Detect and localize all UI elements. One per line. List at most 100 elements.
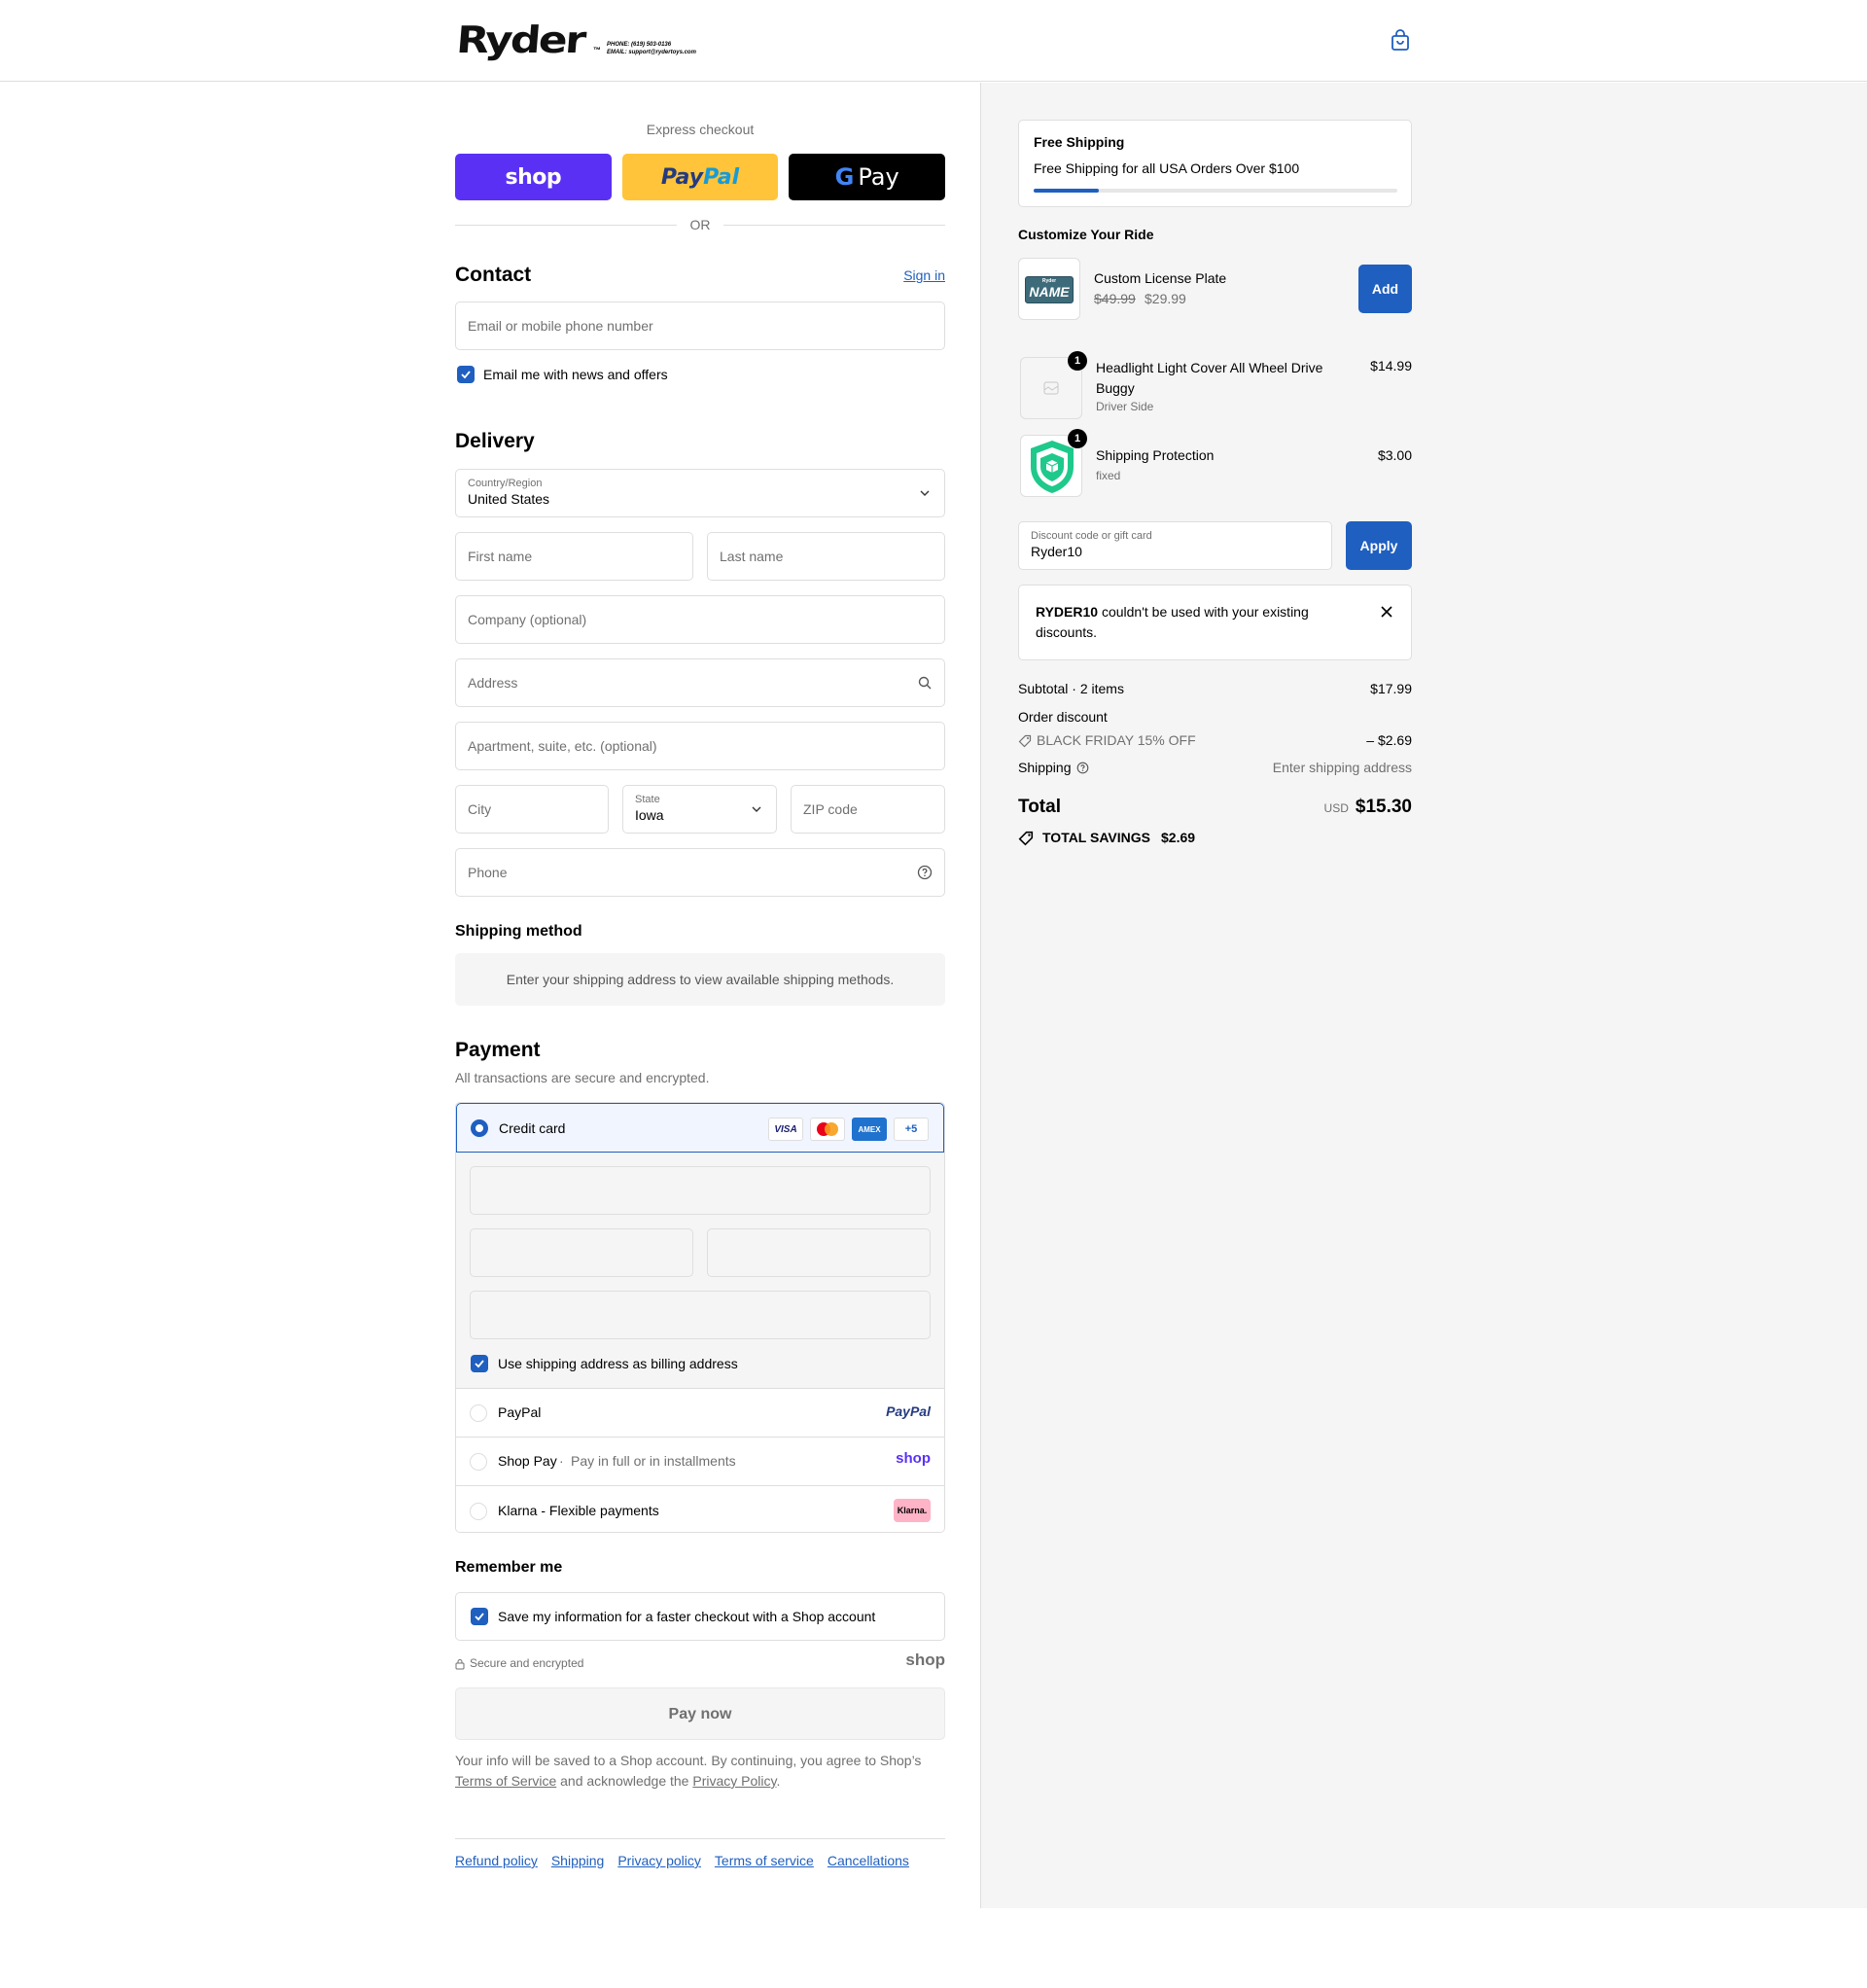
sign-in-link[interactable]: Sign in bbox=[903, 267, 945, 283]
license-plate-image: Ryder NAME bbox=[1025, 276, 1074, 303]
chevron-down-icon bbox=[752, 806, 761, 812]
payment-methods: Credit card VISA AMEX +5 Use shipping ad… bbox=[455, 1102, 945, 1533]
card-number-field[interactable] bbox=[470, 1166, 931, 1215]
phone-placeholder: Phone bbox=[468, 865, 508, 880]
klarna-radio[interactable] bbox=[470, 1503, 487, 1520]
klarna-logo: Klarna. bbox=[894, 1499, 931, 1522]
shop-pay-separator: · bbox=[559, 1453, 564, 1469]
legal-part3: . bbox=[776, 1773, 781, 1789]
paypal-button[interactable]: Pay Pal bbox=[621, 154, 779, 200]
visa-icon: VISA bbox=[768, 1118, 803, 1141]
apartment-field[interactable]: Apartment, suite, etc. (optional) bbox=[455, 722, 945, 770]
credit-card-form: Use shipping address as billing address bbox=[456, 1153, 944, 1388]
free-shipping-progress-fill bbox=[1034, 189, 1100, 193]
license-plate-thumbnail: Ryder NAME bbox=[1018, 258, 1080, 320]
logo-contact: PHONE: (619) 503-0136 EMAIL: support@ryd… bbox=[607, 41, 696, 56]
paypal-radio[interactable] bbox=[470, 1404, 487, 1422]
license-plate-text: NAME bbox=[1029, 284, 1070, 300]
state-label: State bbox=[635, 794, 660, 805]
email-field[interactable]: Email or mobile phone number bbox=[455, 302, 945, 350]
billing-same-checkbox[interactable] bbox=[471, 1355, 488, 1372]
order-summary-panel bbox=[980, 83, 1867, 1908]
delivery-heading: Delivery bbox=[455, 430, 535, 452]
total-savings-label: TOTAL SAVINGS bbox=[1042, 830, 1150, 845]
quantity-badge: 1 bbox=[1068, 429, 1087, 448]
chevron-down-icon bbox=[920, 490, 930, 496]
address-placeholder: Address bbox=[468, 675, 518, 691]
paypal-logo-part1: Pay bbox=[660, 164, 704, 190]
legal-part2: and acknowledge the bbox=[556, 1773, 693, 1789]
currency-code: USD bbox=[1323, 801, 1349, 815]
klarna-label: Klarna - Flexible payments bbox=[498, 1503, 659, 1518]
company-field[interactable]: Company (optional) bbox=[455, 595, 945, 644]
card-cvv-field[interactable] bbox=[707, 1228, 931, 1277]
express-checkout-buttons: shop Pay Pal G Pay bbox=[455, 154, 946, 200]
remember-me-box: Save my information for a faster checkou… bbox=[455, 1592, 945, 1641]
save-info-checkbox[interactable] bbox=[471, 1608, 488, 1625]
discount-code-label: Discount code or gift card bbox=[1031, 530, 1152, 542]
terms-of-service-link[interactable]: Terms of Service bbox=[455, 1773, 556, 1789]
subtotal-row: Subtotal · 2 items $17.99 bbox=[1018, 681, 1412, 696]
help-icon[interactable] bbox=[917, 865, 933, 880]
privacy-policy-link[interactable]: Privacy Policy bbox=[692, 1773, 776, 1789]
upsell-price: $29.99 bbox=[1145, 291, 1186, 306]
shop-pay-logo: shop bbox=[896, 1450, 931, 1467]
free-shipping-progress bbox=[1034, 189, 1397, 193]
card-expiry-field[interactable] bbox=[470, 1228, 693, 1277]
first-name-field[interactable]: First name bbox=[455, 532, 693, 581]
store-logo[interactable]: Ryder ™ PHONE: (619) 503-0136 EMAIL: sup… bbox=[455, 18, 696, 61]
image-placeholder-icon bbox=[1043, 381, 1059, 395]
order-discount-row: Order discount bbox=[1018, 709, 1412, 725]
free-shipping-banner: Free Shipping Free Shipping for all USA … bbox=[1018, 120, 1412, 207]
add-upsell-button[interactable]: Add bbox=[1358, 265, 1412, 313]
paypal-label: PayPal bbox=[498, 1404, 542, 1420]
payment-heading: Payment bbox=[455, 1039, 541, 1061]
zip-field[interactable]: ZIP code bbox=[791, 785, 945, 834]
last-name-field[interactable]: Last name bbox=[707, 532, 945, 581]
google-g-icon: G bbox=[834, 163, 855, 191]
shop-pay-button[interactable]: shop bbox=[455, 154, 612, 200]
google-pay-button[interactable]: G Pay bbox=[789, 154, 946, 200]
close-icon[interactable] bbox=[1380, 605, 1393, 619]
phone-field[interactable]: Phone bbox=[455, 848, 945, 897]
card-name-field[interactable] bbox=[470, 1291, 931, 1339]
shipping-value: Enter shipping address bbox=[1272, 760, 1412, 775]
shop-pay-radio[interactable] bbox=[470, 1453, 487, 1471]
remember-me-heading: Remember me bbox=[455, 1559, 563, 1576]
shop-pay-description: Pay in full or in installments bbox=[571, 1453, 736, 1469]
tag-icon bbox=[1018, 734, 1032, 748]
credit-card-option[interactable]: Credit card VISA AMEX +5 bbox=[456, 1103, 944, 1153]
shipping-link[interactable]: Shipping bbox=[551, 1853, 605, 1868]
save-info-label: Save my information for a faster checkou… bbox=[498, 1609, 876, 1624]
item-price: $14.99 bbox=[1370, 358, 1412, 373]
discount-code-field[interactable]: Discount code or gift card Ryder10 bbox=[1018, 521, 1332, 570]
logo-trademark: ™ bbox=[593, 46, 602, 54]
header: Ryder ™ PHONE: (619) 503-0136 EMAIL: sup… bbox=[0, 0, 1867, 82]
state-select[interactable]: State Iowa bbox=[622, 785, 777, 834]
or-text: OR bbox=[689, 217, 711, 232]
shop-pay-label: Shop Pay bbox=[498, 1453, 557, 1469]
item-price: $3.00 bbox=[1377, 447, 1412, 463]
logo-phone: PHONE: (619) 503-0136 bbox=[607, 42, 672, 48]
refund-policy-link[interactable]: Refund policy bbox=[455, 1853, 538, 1868]
subtotal-label: Subtotal · 2 items bbox=[1018, 681, 1124, 696]
klarna-option[interactable]: Klarna - Flexible payments Klarna. bbox=[456, 1485, 944, 1532]
apply-discount-button[interactable]: Apply bbox=[1346, 521, 1412, 570]
pay-now-button[interactable]: Pay now bbox=[455, 1687, 945, 1740]
newsletter-checkbox[interactable] bbox=[457, 366, 475, 383]
shopping-bag-icon[interactable] bbox=[1389, 29, 1412, 53]
cancellations-link[interactable]: Cancellations bbox=[828, 1853, 909, 1868]
city-field[interactable]: City bbox=[455, 785, 609, 834]
help-icon[interactable] bbox=[1076, 762, 1089, 774]
paypal-option[interactable]: PayPal PayPal bbox=[456, 1388, 944, 1437]
address-field[interactable]: Address bbox=[455, 658, 945, 707]
contact-heading: Contact bbox=[455, 264, 532, 286]
total-savings-value: $2.69 bbox=[1161, 830, 1196, 845]
discount-code-value: Ryder10 bbox=[1031, 544, 1082, 559]
credit-card-radio[interactable] bbox=[471, 1119, 488, 1137]
shop-pay-option[interactable]: Shop Pay · Pay in full or in installment… bbox=[456, 1437, 944, 1485]
terms-of-service-footer-link[interactable]: Terms of service bbox=[715, 1853, 814, 1868]
privacy-policy-footer-link[interactable]: Privacy policy bbox=[617, 1853, 701, 1868]
country-select[interactable]: Country/Region United States bbox=[455, 469, 945, 517]
legal-text: Your info will be saved to a Shop accoun… bbox=[455, 1751, 945, 1792]
